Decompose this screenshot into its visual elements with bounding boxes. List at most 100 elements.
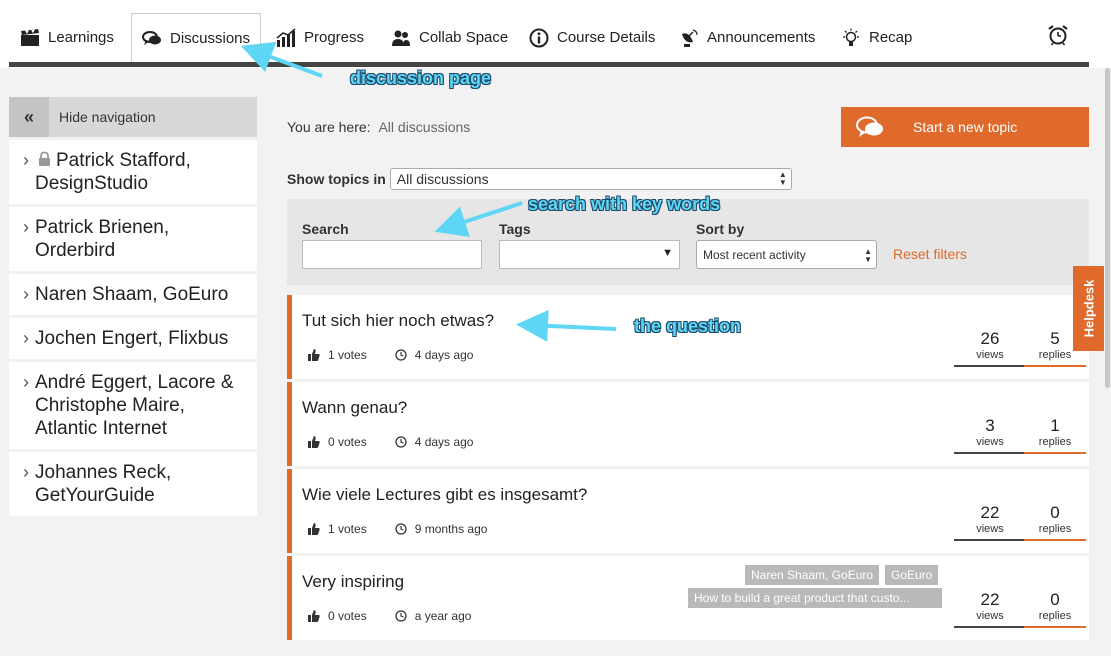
topic-votes: 0 votes: [328, 609, 367, 623]
views-label: views: [976, 610, 1004, 622]
topic-time: 4 days ago: [414, 348, 474, 362]
hide-navigation-label: Hide navigation: [59, 109, 156, 125]
topic-title[interactable]: Tut sich hier noch etwas?: [302, 311, 494, 331]
topic-list: Tut sich hier noch etwas? 1 votes 4 days…: [287, 295, 1089, 643]
hide-navigation-button[interactable]: « Hide navigation: [9, 97, 257, 137]
topic-row[interactable]: Wann genau? 0 votes 4 days ago 3 views 1…: [287, 382, 1089, 466]
views-number: 22: [980, 590, 1000, 609]
show-topics-label: Show topics in: [287, 171, 386, 187]
tags-select[interactable]: ▼: [499, 240, 680, 269]
replies-count: 0 replies: [1024, 503, 1086, 541]
topic-row[interactable]: Wie viele Lectures gibt es insgesamt? 1 …: [287, 469, 1089, 553]
caret-down-icon: ▼: [662, 247, 673, 259]
sidebar: « Hide navigation › Patrick Stafford, De…: [9, 97, 257, 516]
sidebar-item-johannes-reck[interactable]: › Johannes Reck, GetYourGuide: [9, 452, 257, 516]
satellite-dish-icon: [682, 28, 698, 47]
sidebar-item-jochen-engert[interactable]: › Jochen Engert, Flixbus: [9, 318, 257, 359]
chat-bubbles-icon: [856, 116, 883, 137]
tags-label: Tags: [499, 221, 531, 237]
top-navigation: Learnings Discussions Progress Collab Sp…: [0, 0, 1111, 68]
updown-arrows-icon: ▲ ▼: [864, 247, 872, 264]
thumbs-up-icon: [308, 436, 320, 448]
topic-tag[interactable]: Naren Shaam, GoEuro: [745, 565, 880, 585]
replies-count: 1 replies: [1024, 416, 1086, 454]
views-label: views: [976, 436, 1004, 448]
annotation-discussion-page: discussion page: [350, 68, 492, 88]
topic-row[interactable]: Very inspiring 0 votes a year ago Naren …: [287, 556, 1089, 640]
sort-select[interactable]: Most recent activity ▲ ▼: [696, 240, 877, 269]
tab-progress[interactable]: Progress: [276, 13, 364, 62]
tab-collab-space[interactable]: Collab Space: [391, 13, 508, 62]
views-count: 3 views: [954, 416, 1026, 454]
chevron-right-icon: ›: [23, 150, 29, 170]
sidebar-item-naren-shaam[interactable]: › Naren Shaam, GoEuro: [9, 274, 257, 315]
scrollbar[interactable]: [1104, 68, 1111, 656]
topic-title[interactable]: Wie viele Lectures gibt es insgesamt?: [302, 485, 587, 505]
topic-meta: 1 votes 9 months ago: [308, 522, 487, 536]
topic-meta: 0 votes a year ago: [308, 609, 471, 623]
topic-votes: 1 votes: [328, 522, 367, 536]
sidebar-item-patrick-stafford[interactable]: › Patrick Stafford, DesignStudio: [9, 140, 257, 204]
clock-icon: [395, 349, 407, 361]
thumbs-up-icon: [308, 349, 320, 361]
helpdesk-tab[interactable]: Helpdesk: [1073, 266, 1104, 351]
topic-tag[interactable]: How to build a great product that custo.…: [688, 588, 942, 608]
sidebar-item-label: Johannes Reck, GetYourGuide: [35, 462, 172, 506]
views-label: views: [976, 523, 1004, 535]
replies-number: 0: [1050, 503, 1060, 522]
show-topics-row: Show topics in All discussions ▲ ▼: [287, 168, 792, 190]
scrollbar-thumb[interactable]: [1105, 68, 1110, 388]
clock-icon: [395, 610, 407, 622]
topic-row[interactable]: Tut sich hier noch etwas? 1 votes 4 days…: [287, 295, 1089, 379]
tab-label: Discussions: [170, 30, 251, 47]
topic-meta: 1 votes 4 days ago: [308, 348, 473, 362]
views-number: 3: [985, 416, 995, 435]
sidebar-item-patrick-brienen[interactable]: › Patrick Brienen, Orderbird: [9, 207, 257, 271]
tab-recap[interactable]: Recap: [841, 13, 912, 62]
topic-tag[interactable]: GoEuro: [885, 565, 939, 585]
topic-title[interactable]: Wann genau?: [302, 398, 407, 418]
nav-underline: [9, 62, 1089, 67]
topic-title[interactable]: Very inspiring: [302, 572, 404, 592]
tab-label: Progress: [304, 29, 365, 46]
start-new-topic-button[interactable]: Start a new topic: [841, 107, 1089, 147]
tab-announcements[interactable]: Announcements: [679, 13, 815, 62]
replies-label: replies: [1038, 436, 1072, 448]
breadcrumb-current[interactable]: All discussions: [378, 119, 470, 135]
updown-arrows-icon: ▲ ▼: [778, 170, 787, 187]
topic-time: 9 months ago: [414, 522, 488, 536]
views-count: 26 views: [954, 329, 1026, 367]
info-icon: [529, 28, 549, 47]
clapperboard-icon: [21, 28, 39, 46]
sidebar-item-label: Patrick Brienen, Orderbird: [35, 217, 170, 261]
people-icon: [392, 30, 410, 46]
tab-discussions[interactable]: Discussions: [131, 13, 262, 63]
search-input[interactable]: [302, 240, 482, 269]
topic-time: a year ago: [414, 609, 472, 623]
replies-number: 1: [1050, 416, 1060, 435]
clock-icon: [395, 436, 407, 448]
search-label: Search: [302, 221, 349, 237]
breadcrumb: You are here: All discussions: [287, 119, 470, 135]
sort-label: Sort by: [696, 221, 745, 237]
reset-filters-link[interactable]: Reset filters: [893, 246, 967, 262]
tab-course-details[interactable]: Course Details: [529, 13, 655, 62]
replies-label: replies: [1038, 610, 1072, 622]
show-topics-select[interactable]: All discussions ▲ ▼: [389, 168, 792, 190]
annotation-search: search with key words: [528, 194, 721, 214]
tab-learnings[interactable]: Learnings: [20, 13, 114, 62]
sidebar-item-andre-eggert[interactable]: › André Eggert, Lacore & Christophe Mair…: [9, 362, 257, 449]
chevron-right-icon: ›: [23, 284, 29, 304]
show-topics-value: All discussions: [396, 171, 489, 187]
views-number: 22: [980, 503, 1000, 522]
lightbulb-icon: [843, 28, 859, 46]
tab-label: Learnings: [48, 29, 114, 46]
clock-icon: [395, 523, 407, 535]
chevron-right-icon: ›: [23, 217, 29, 237]
views-label: views: [976, 349, 1004, 361]
sidebar-item-label: Naren Shaam, GoEuro: [35, 284, 229, 305]
sidebar-item-label: Patrick Stafford, DesignStudio: [35, 150, 191, 194]
sidebar-item-label: André Eggert, Lacore & Christophe Maire,…: [35, 372, 234, 439]
alarm-clock-icon[interactable]: [1047, 24, 1069, 46]
tab-label: Course Details: [557, 29, 656, 46]
